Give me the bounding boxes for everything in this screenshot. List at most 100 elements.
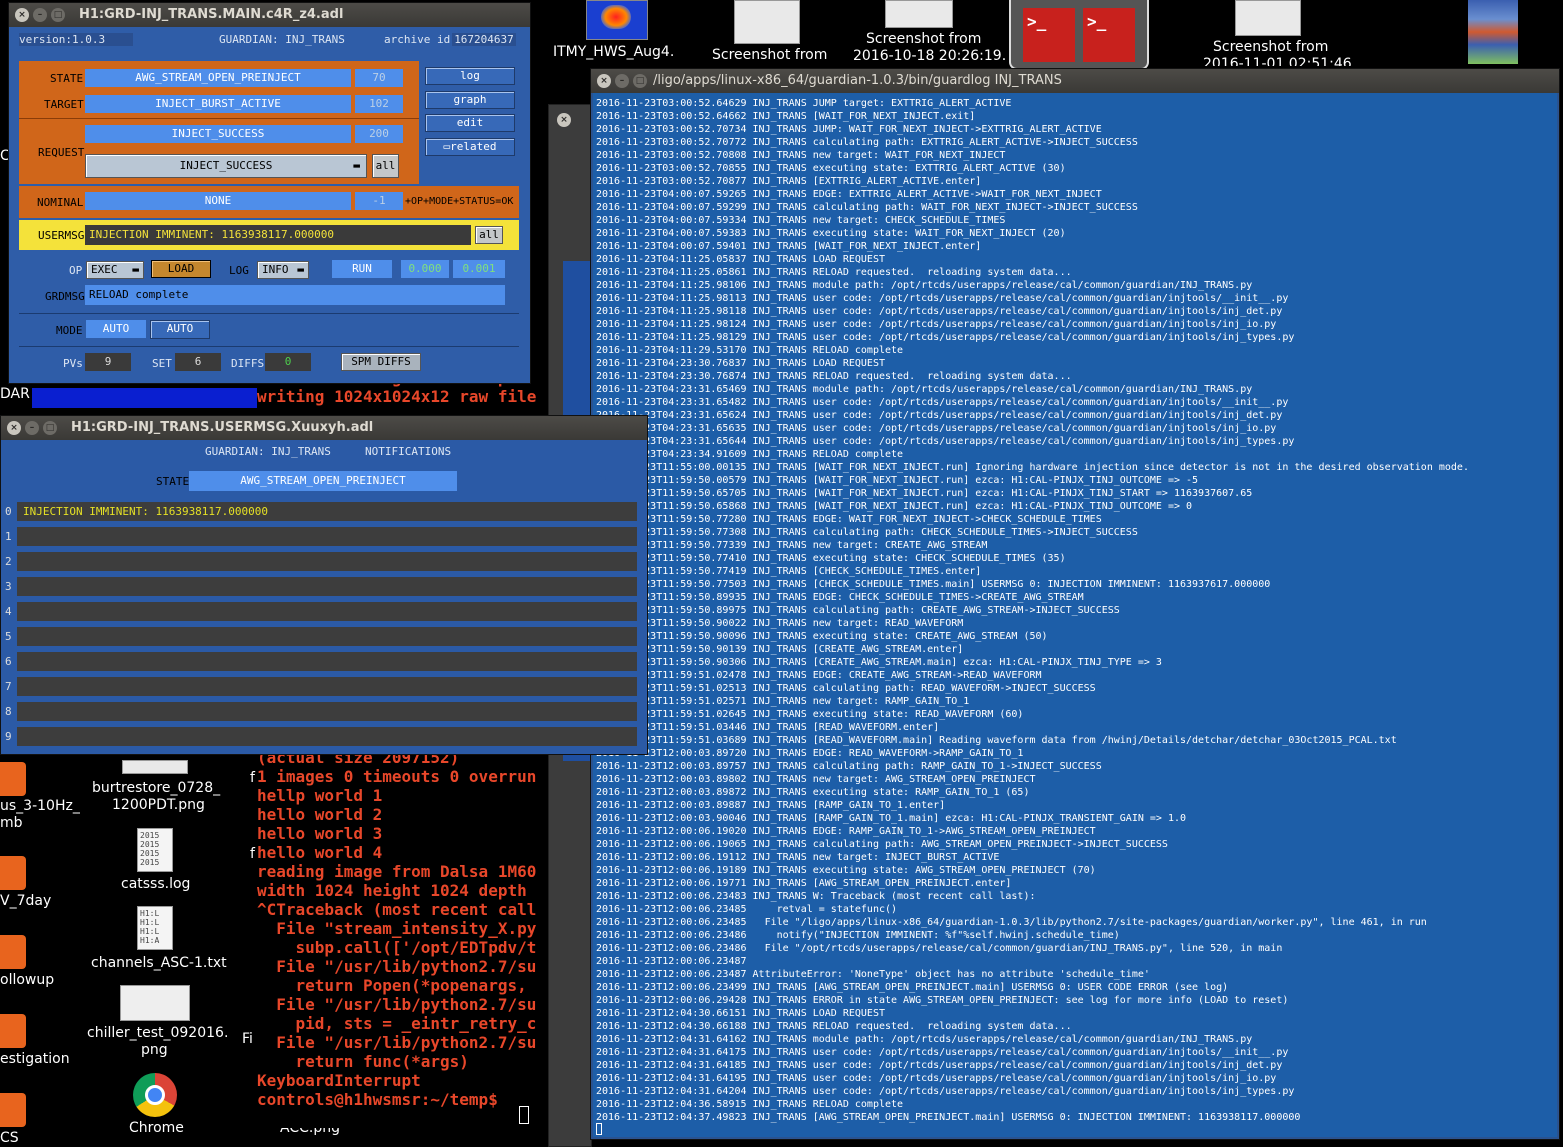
screenshot-thumbnail-2[interactable] [885, 0, 953, 28]
minimize-icon[interactable]: – [615, 74, 629, 88]
mode-button[interactable]: AUTO [150, 320, 210, 339]
maximize-icon[interactable]: □ [43, 421, 57, 435]
maximize-icon[interactable]: □ [51, 8, 65, 22]
icon-label-burtrestore-b[interactable]: 1200PDT.png [112, 797, 205, 813]
colorful-thumbnail[interactable] [1468, 0, 1518, 64]
icon-label-chiller-b[interactable]: png [141, 1042, 168, 1058]
chrome-icon[interactable] [133, 1073, 177, 1117]
pvs-label: PVs [63, 357, 83, 370]
edge-label-v7day[interactable]: V_7day [0, 893, 51, 909]
edge-label-followup[interactable]: ollowup [0, 972, 54, 988]
icon-label-chrome[interactable]: Chrome [129, 1120, 184, 1136]
minimize-icon[interactable]: – [33, 8, 47, 22]
icon-label-catsss[interactable]: catsss.log [121, 876, 190, 892]
timing-value-1: 0.000 [401, 260, 449, 278]
edge-label-us[interactable]: us_3-10Hz_ [0, 798, 80, 814]
edge-label-dar: DAR [0, 386, 30, 402]
medm-main-window[interactable]: × – □ H1:GRD-INJ_TRANS.MAIN.c4R_z4.adl v… [8, 2, 531, 384]
target-value: INJECT_BURST_ACTIVE [85, 95, 351, 113]
edge-label-f1: f [250, 770, 255, 786]
log-line: 2016-11-23T11:59:50.77503 INJ_TRANS [CHE… [596, 579, 1271, 590]
spm-diffs-button[interactable]: SPM DIFFS [341, 353, 421, 371]
itmy-hws-thumbnail[interactable] [586, 0, 648, 40]
log-button[interactable]: log [425, 67, 515, 85]
edit-button[interactable]: edit [425, 114, 515, 132]
edge-label-f2: f [250, 846, 255, 862]
icon-label-screenshot-3a[interactable]: Screenshot from [1213, 39, 1328, 55]
close-icon[interactable]: × [7, 421, 21, 435]
guardlog-titlebar[interactable]: × – □ /ligo/apps/linux-x86_64/guardian-1… [591, 69, 1559, 93]
edge-label-cs[interactable]: CS [0, 1130, 19, 1146]
maximize-icon[interactable]: □ [633, 74, 647, 88]
log-line: 2016-11-23T04:11:25.05861 INJ_TRANS RELO… [596, 267, 1072, 278]
usermsg-titlebar[interactable]: × – □ H1:GRD-INJ_TRANS.USERMSG.Xuuxyh.ad… [1, 416, 647, 440]
edge-label-mb[interactable]: mb [0, 815, 23, 831]
log-line: 2016-11-23T12:00:03.89720 INJ_TRANS EDGE… [596, 748, 1024, 759]
icon-label-screenshot-3b[interactable]: 2016-11-01 02:51:46 [1203, 56, 1352, 66]
icon-label-burtrestore-a[interactable]: burtrestore_0728_ [92, 780, 220, 796]
close-icon[interactable]: × [15, 8, 29, 22]
graph-button[interactable]: graph [425, 91, 515, 109]
related-button[interactable]: ▭related [425, 138, 515, 156]
text-file-icon[interactable]: H1:L H1:L H1:L H1:A [137, 906, 173, 950]
icon-label-screenshot-1[interactable]: Screenshot from [712, 47, 827, 63]
log-line: 2016-11-23T11:59:50.90306 INJ_TRANS [CRE… [596, 657, 1162, 668]
minimize-icon[interactable]: – [25, 421, 39, 435]
terminal-line: File "/usr/lib/python2.7/su [257, 995, 537, 1014]
usermsg-all-button[interactable]: all [475, 226, 503, 244]
log-line: 2016-11-23T04:00:07.59265 INJ_TRANS EDGE… [596, 189, 1102, 200]
log-line: 2016-11-23T12:00:03.89802 INJ_TRANS new … [596, 774, 1036, 785]
terminal-line: subp.call(['/opt/EDTpdv/t [257, 938, 537, 957]
guardlog-window[interactable]: × – □ /ligo/apps/linux-x86_64/guardian-1… [590, 68, 1560, 1140]
edge-label-investigation[interactable]: estigation [0, 1051, 70, 1067]
log-line: 2016-11-23T12:00:06.23486 notify("INJECT… [596, 930, 1120, 941]
log-line: 2016-11-23T11:59:50.00579 INJ_TRANS [WAI… [596, 475, 1199, 486]
log-level-select[interactable]: INFO ▬ [257, 261, 309, 279]
request-select[interactable]: INJECT_SUCCESS ▬ [85, 154, 367, 178]
log-line: 2016-11-23T11:59:50.65868 INJ_TRANS [WAI… [596, 501, 1193, 512]
log-line: 2016-11-23T12:04:31.64204 INJ_TRANS user… [596, 1086, 1295, 1097]
close-icon[interactable]: × [597, 74, 611, 88]
folder-icon[interactable] [0, 762, 26, 796]
log-line: 2016-11-23T11:59:50.77280 INJ_TRANS EDGE… [596, 514, 1102, 525]
log-line: 2016-11-23T12:00:06.23486 File "/opt/rtc… [596, 943, 1283, 954]
guardlog-text[interactable]: 2016-11-23T03:00:52.64629 INJ_TRANS JUMP… [593, 93, 1557, 1137]
medm-main-titlebar[interactable]: × – □ H1:GRD-INJ_TRANS.MAIN.c4R_z4.adl [9, 3, 530, 27]
folder-icon[interactable] [0, 1014, 26, 1048]
log-line: 2016-11-23T04:23:31.65482 INJ_TRANS user… [596, 397, 1289, 408]
screenshot-thumbnail-1[interactable] [734, 0, 800, 44]
text-file-icon[interactable]: 2015 2015 2015 2015 [137, 828, 173, 872]
log-line: 2016-11-23T11:59:50.65705 INJ_TRANS [WAI… [596, 488, 1253, 499]
terminal-line: hellp world 1 [257, 786, 383, 805]
icon-label-chiller-a[interactable]: chiller_test_092016. [87, 1025, 228, 1041]
terminal-app-icon[interactable]: >_ >_ [1009, 0, 1149, 70]
medm-usermsg-window[interactable]: × – □ H1:GRD-INJ_TRANS.USERMSG.Xuuxyh.ad… [0, 415, 648, 755]
close-icon[interactable]: × [557, 113, 571, 127]
log-line: 2016-11-23T12:04:31.64175 INJ_TRANS user… [596, 1047, 1289, 1058]
burtrestore-thumbnail[interactable] [122, 760, 188, 774]
terminal-line: controls@h1hwsmsr:~/temp$ [257, 1090, 508, 1109]
terminal-line: hello world 4 [257, 843, 383, 862]
log-line: 2016-11-23T04:23:31.65624 INJ_TRANS user… [596, 410, 1283, 421]
usermsg-row-number: 3 [5, 580, 12, 593]
icon-label-itmy[interactable]: ITMY_HWS_Aug4. [553, 44, 674, 60]
icon-label-screenshot-2b[interactable]: 2016-10-18 20:26:19. [853, 48, 1006, 64]
folder-icon[interactable] [0, 935, 26, 969]
load-button[interactable]: LOAD [151, 260, 211, 278]
screenshot-thumbnail-3[interactable] [1235, 0, 1301, 36]
text-cursor [596, 1123, 602, 1135]
request-all-button[interactable]: all [372, 154, 399, 178]
folder-icon[interactable] [0, 1093, 26, 1127]
folder-icon[interactable] [0, 856, 26, 890]
chiller-thumbnail[interactable] [120, 985, 190, 1021]
log-line: 2016-11-23T12:00:06.23499 INJ_TRANS [AWG… [596, 982, 1229, 993]
run-button[interactable]: RUN [332, 260, 392, 278]
divider [19, 118, 419, 119]
op-select[interactable]: EXEC ▬ [86, 261, 144, 279]
log-line: 2016-11-23T04:11:25.98118 INJ_TRANS user… [596, 306, 1283, 317]
version-label: version:1.0.3 [19, 33, 133, 46]
icon-label-screenshot-2a[interactable]: Screenshot from [866, 31, 981, 47]
icon-label-channels[interactable]: channels_ASC-1.txt [91, 955, 227, 971]
log-line: 2016-11-23T12:00:06.19112 INJ_TRANS new … [596, 852, 1000, 863]
dropdown-icon: ▬ [297, 263, 304, 276]
